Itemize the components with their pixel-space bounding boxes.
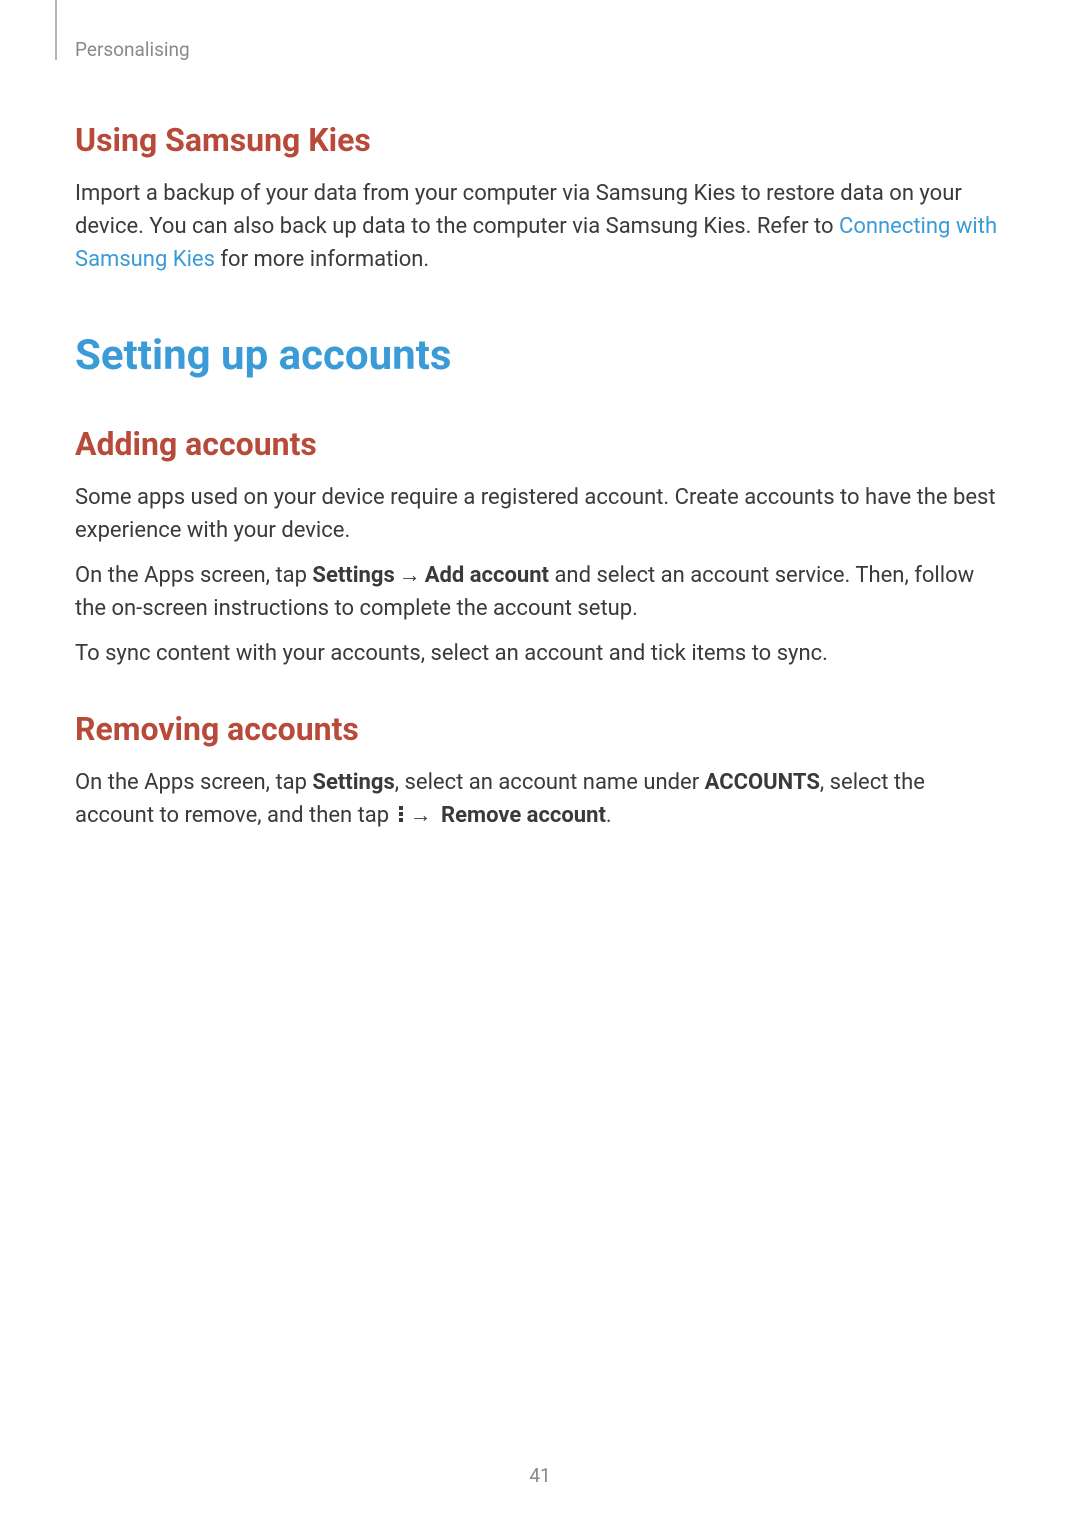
section-removing-accounts: Removing accounts On the Apps screen, ta… xyxy=(75,710,1005,832)
ui-label-accounts: ACCOUNTS xyxy=(705,770,820,795)
paragraph: To sync content with your accounts, sele… xyxy=(75,637,1005,670)
page-body: Personalising Using Samsung Kies Import … xyxy=(0,0,1080,832)
text: On the Apps screen, tap xyxy=(75,563,312,588)
paragraph: Some apps used on your device require a … xyxy=(75,481,1005,547)
ui-label-settings: Settings xyxy=(312,770,394,795)
more-options-icon xyxy=(399,806,403,822)
paragraph: On the Apps screen, tap Settings, select… xyxy=(75,766,1005,832)
breadcrumb: Personalising xyxy=(75,38,1005,61)
text: , select an account name under xyxy=(395,770,705,795)
text: Import a backup of your data from your c… xyxy=(75,181,962,239)
ui-label-add-account: Add account xyxy=(425,563,549,588)
header-tick-mark xyxy=(55,0,57,60)
heading-using-samsung-kies: Using Samsung Kies xyxy=(75,121,1005,159)
text: . xyxy=(606,803,612,828)
page-number: 41 xyxy=(0,1464,1080,1487)
paragraph: On the Apps screen, tap Settings→Add acc… xyxy=(75,559,1005,625)
text: On the Apps screen, tap xyxy=(75,770,312,795)
heading-adding-accounts: Adding accounts xyxy=(75,425,1005,463)
arrow-icon: → xyxy=(399,563,421,588)
section-adding-accounts: Adding accounts Some apps used on your d… xyxy=(75,425,1005,670)
ui-label-settings: Settings xyxy=(312,563,394,588)
text: for more information. xyxy=(215,247,429,272)
paragraph: Import a backup of your data from your c… xyxy=(75,177,1005,276)
heading-removing-accounts: Removing accounts xyxy=(75,710,1005,748)
heading-setting-up-accounts: Setting up accounts xyxy=(75,331,1005,380)
section-using-samsung-kies: Using Samsung Kies Import a backup of yo… xyxy=(75,121,1005,276)
arrow-icon: → xyxy=(410,803,432,828)
ui-label-remove-account: Remove account xyxy=(441,803,606,828)
